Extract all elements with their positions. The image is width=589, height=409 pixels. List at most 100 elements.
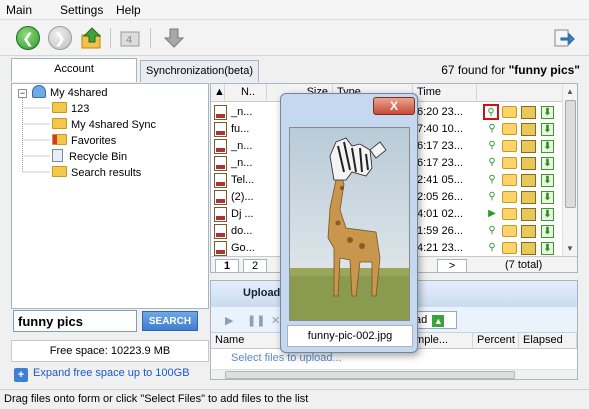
image-file-icon <box>214 105 227 120</box>
search-button[interactable]: SEARCH <box>142 311 198 331</box>
next-page-button[interactable]: > <box>437 259 467 272</box>
image-file-icon <box>214 207 227 222</box>
download-icon[interactable]: ⬇ <box>541 174 554 187</box>
sort-indicator[interactable]: ▲ <box>211 84 225 102</box>
comment-icon[interactable] <box>502 208 517 220</box>
upload-column-percent[interactable]: Percent <box>473 333 519 349</box>
preview-icon[interactable]: ⚲ <box>485 139 499 153</box>
plus-icon: + <box>14 368 28 382</box>
preview-icon[interactable]: ⚲ <box>483 104 499 120</box>
horizontal-scroll-thumb[interactable] <box>225 371 515 379</box>
preview-image <box>289 127 410 321</box>
folder-share-icon[interactable] <box>521 242 536 255</box>
download-icon[interactable] <box>162 26 186 50</box>
tree-item-123[interactable]: 123 <box>52 101 89 117</box>
page-2-button[interactable]: 2 <box>243 259 267 272</box>
file-time: 7:40 10... <box>417 123 463 135</box>
tree-item-favorites[interactable]: Favorites <box>52 133 116 149</box>
comment-icon[interactable] <box>502 140 517 152</box>
upload-arrow-icon: ▲ <box>432 315 445 327</box>
image-preview-window: X funny-pic-002.jpg <box>280 93 418 353</box>
preview-icon[interactable]: ⚲ <box>485 224 499 238</box>
back-icon[interactable]: ❮ <box>16 26 40 50</box>
menu-bar: Main Settings Help <box>0 0 589 20</box>
export-icon[interactable] <box>551 26 575 50</box>
comment-icon[interactable] <box>502 225 517 237</box>
sync-icon[interactable]: 4 <box>118 26 142 50</box>
download-icon[interactable]: ⬇ <box>541 123 554 136</box>
column-header-name[interactable]: N.. <box>225 84 267 102</box>
tab-synchronization[interactable]: Synchronization(beta) <box>140 60 259 82</box>
horizontal-scrollbar[interactable] <box>211 369 577 379</box>
folder-icon <box>52 118 67 129</box>
download-icon[interactable]: ⬇ <box>541 140 554 153</box>
preview-icon[interactable]: ⚲ <box>485 122 499 136</box>
image-file-icon <box>214 139 227 154</box>
image-file-icon <box>214 190 227 205</box>
collapse-toggle[interactable]: − <box>18 89 27 98</box>
page-1-button[interactable]: 1 <box>215 259 239 272</box>
close-button[interactable]: X <box>373 97 415 115</box>
tab-account[interactable]: Account <box>11 58 137 82</box>
file-name: Tel... <box>231 174 255 186</box>
download-icon[interactable]: ⬇ <box>541 106 554 119</box>
upload-column-elapsed[interactable]: Elapsed <box>519 333 577 349</box>
file-time: 2:05 26... <box>417 191 463 203</box>
comment-icon[interactable] <box>502 174 517 186</box>
preview-icon[interactable]: ⚲ <box>485 173 499 187</box>
search-input[interactable] <box>13 310 137 332</box>
up-folder-icon[interactable] <box>80 26 104 50</box>
tree-item-recycle-bin[interactable]: Recycle Bin <box>52 149 127 165</box>
tree-item-search-results[interactable]: Search results <box>52 165 141 181</box>
comment-icon[interactable] <box>502 106 517 118</box>
preview-caption: funny-pic-002.jpg <box>287 325 413 347</box>
scroll-down-icon[interactable]: ▼ <box>566 244 574 253</box>
pause-icon[interactable]: ❚❚ <box>247 314 265 327</box>
preview-icon[interactable]: ⚲ <box>485 156 499 170</box>
menu-settings[interactable]: Settings <box>60 3 103 17</box>
file-time: 6:17 23... <box>417 157 463 169</box>
download-icon[interactable]: ⬇ <box>541 242 554 255</box>
vertical-scrollbar[interactable]: ▲ ▼ <box>562 84 577 256</box>
image-file-icon <box>214 122 227 137</box>
file-time: 6:20 23... <box>417 106 463 118</box>
menu-main[interactable]: Main <box>6 3 32 17</box>
preview-icon[interactable]: ⚲ <box>485 241 499 255</box>
column-header-time[interactable]: Time <box>413 84 477 102</box>
total-count: (7 total) <box>505 259 543 271</box>
file-name: Dj ... <box>231 208 254 220</box>
forward-icon[interactable]: ❯ <box>48 26 72 50</box>
comment-icon[interactable] <box>502 157 517 169</box>
download-icon[interactable]: ⬇ <box>541 157 554 170</box>
select-files-link[interactable]: Select files to upload... <box>231 352 342 364</box>
toolbar-separator <box>150 28 151 48</box>
folder-share-icon[interactable] <box>521 191 536 204</box>
folder-share-icon[interactable] <box>521 208 536 221</box>
menu-help[interactable]: Help <box>116 3 141 17</box>
folder-share-icon[interactable] <box>521 106 536 119</box>
cancel-icon[interactable]: ✕ <box>271 314 280 327</box>
image-file-icon <box>214 224 227 239</box>
folder-share-icon[interactable] <box>521 123 536 136</box>
expand-space-link[interactable]: + Expand free space up to 100GB <box>14 367 190 382</box>
folder-share-icon[interactable] <box>521 174 536 187</box>
download-icon[interactable]: ⬇ <box>541 208 554 221</box>
download-icon[interactable]: ⬇ <box>541 225 554 238</box>
folder-share-icon[interactable] <box>521 225 536 238</box>
comment-icon[interactable] <box>502 242 517 254</box>
folder-share-icon[interactable] <box>521 140 536 153</box>
folder-share-icon[interactable] <box>521 157 536 170</box>
tree-item-sync[interactable]: My 4shared Sync <box>52 117 156 133</box>
play-icon[interactable]: ▶ <box>485 207 499 221</box>
comment-icon[interactable] <box>502 191 517 203</box>
scroll-up-icon[interactable]: ▲ <box>566 87 574 96</box>
upload-title: Upload <box>243 287 281 299</box>
found-query: "funny pics" <box>508 63 580 77</box>
comment-icon[interactable] <box>502 123 517 135</box>
play-icon[interactable]: ▶ <box>225 314 233 327</box>
scroll-thumb[interactable] <box>565 100 576 208</box>
file-time: 4:21 23... <box>417 242 463 254</box>
preview-icon[interactable]: ⚲ <box>485 190 499 204</box>
download-icon[interactable]: ⬇ <box>541 191 554 204</box>
file-name: _n... <box>231 106 253 118</box>
